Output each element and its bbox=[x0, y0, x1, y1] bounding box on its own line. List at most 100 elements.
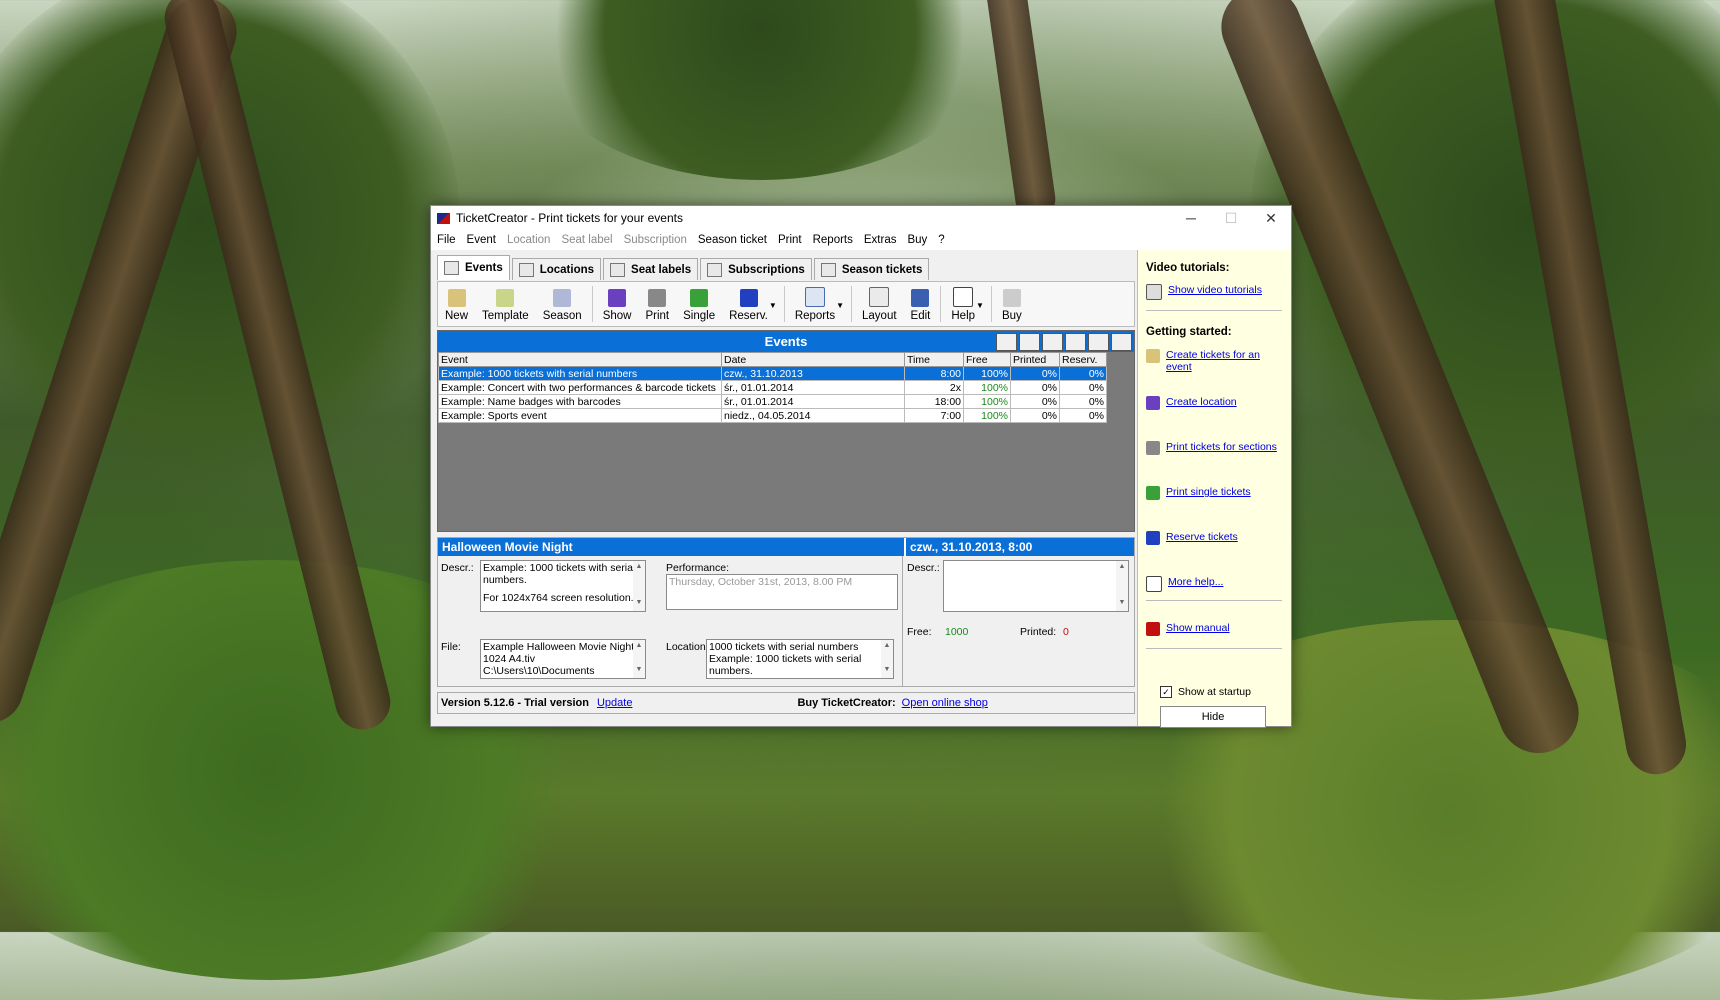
export-icon[interactable] bbox=[1019, 333, 1040, 351]
print-button[interactable]: Print bbox=[638, 289, 676, 326]
cell-free: 100% bbox=[963, 380, 1011, 395]
online-shop-link[interactable]: Open online shop bbox=[902, 697, 988, 709]
sidebar-link[interactable]: Show manual bbox=[1166, 622, 1230, 634]
table-row[interactable]: Example: Name badges with barcodes śr., … bbox=[438, 394, 1107, 409]
menu-file[interactable]: File bbox=[437, 234, 456, 246]
tab-subscriptions[interactable]: Subscriptions bbox=[700, 258, 812, 280]
reports-label: Reports bbox=[794, 310, 836, 322]
help-icon bbox=[953, 287, 974, 307]
col-printed[interactable]: Printed bbox=[1010, 352, 1060, 367]
minimize-button[interactable]: ─ bbox=[1171, 210, 1211, 226]
sidebar-link[interactable]: Show video tutorials bbox=[1168, 284, 1262, 296]
sidebar-item-print-sections[interactable]: Print tickets for sections bbox=[1146, 441, 1281, 455]
menu-reports[interactable]: Reports bbox=[813, 234, 853, 246]
sort-icon[interactable] bbox=[1088, 333, 1109, 351]
right-descr-field[interactable]: ▲ ▼ bbox=[943, 560, 1129, 612]
menu-buy[interactable]: Buy bbox=[907, 234, 927, 246]
ticketcreator-window: TicketCreator - Print tickets for your e… bbox=[430, 205, 1292, 728]
reserv-label: Reserv. bbox=[729, 310, 768, 322]
menu-subscription[interactable]: Subscription bbox=[624, 234, 687, 246]
menu-event[interactable]: Event bbox=[467, 234, 496, 246]
table-row[interactable]: Example: 1000 tickets with serial number… bbox=[438, 366, 1107, 381]
sidebar-item-video[interactable]: Show video tutorials bbox=[1146, 284, 1281, 300]
location-scrollbar[interactable]: ▲ ▼ bbox=[881, 640, 893, 678]
table-row[interactable]: Example: Concert with two performances &… bbox=[438, 380, 1107, 395]
col-event[interactable]: Event bbox=[438, 352, 722, 367]
col-time[interactable]: Time bbox=[904, 352, 964, 367]
file-scrollbar[interactable]: ▲ ▼ bbox=[633, 640, 645, 678]
descr-field[interactable]: Example: 1000 tickets with serial number… bbox=[480, 560, 646, 612]
buy-button[interactable]: Buy bbox=[995, 289, 1029, 326]
tab-events[interactable]: Events bbox=[437, 255, 510, 280]
toolbar: New Template Season Show Print Single Re… bbox=[437, 281, 1135, 327]
event-name: Halloween Movie Night bbox=[438, 538, 904, 556]
help-label: Help bbox=[951, 310, 976, 322]
update-link[interactable]: Update bbox=[597, 697, 632, 709]
menu-print[interactable]: Print bbox=[778, 234, 802, 246]
reserv-button[interactable]: Reserv. bbox=[722, 289, 775, 326]
new-button[interactable]: New bbox=[438, 289, 475, 326]
location-line: Example: 1000 tickets with serial bbox=[709, 653, 862, 665]
cell-date: śr., 01.01.2014 bbox=[721, 380, 905, 395]
sidebar-item-print-single[interactable]: Print single tickets bbox=[1146, 486, 1281, 500]
menu-help[interactable]: ? bbox=[938, 234, 944, 246]
sidebar-item-more-help[interactable]: More help... bbox=[1146, 576, 1281, 592]
events-header-buttons bbox=[994, 333, 1132, 351]
sidebar-link[interactable]: More help... bbox=[1168, 576, 1223, 588]
menu-seat-label[interactable]: Seat label bbox=[561, 234, 612, 246]
menu-extras[interactable]: Extras bbox=[864, 234, 897, 246]
layout-icon bbox=[869, 287, 890, 307]
location-field[interactable]: 1000 tickets with serial numbers Example… bbox=[706, 639, 894, 679]
template-button[interactable]: Template bbox=[475, 289, 536, 326]
file-field[interactable]: Example Halloween Movie Night 1024 A4.ti… bbox=[480, 639, 646, 679]
col-free[interactable]: Free bbox=[963, 352, 1011, 367]
sidebar-item-create-tickets[interactable]: Create tickets for an event bbox=[1146, 349, 1281, 373]
tab-locations[interactable]: Locations bbox=[511, 258, 602, 280]
hide-button[interactable]: Hide bbox=[1160, 706, 1266, 728]
tab-seat-labels[interactable]: Seat labels bbox=[603, 258, 699, 280]
season-button[interactable]: Season bbox=[536, 289, 589, 326]
reserv-dropdown-icon[interactable]: ▼ bbox=[769, 301, 777, 326]
sidebar-item-manual[interactable]: Show manual bbox=[1146, 622, 1281, 636]
reports-dropdown-icon[interactable]: ▼ bbox=[836, 301, 844, 326]
right-descr-scrollbar[interactable]: ▲ ▼ bbox=[1116, 561, 1128, 611]
video-icon bbox=[1146, 284, 1162, 300]
menu-location[interactable]: Location bbox=[507, 234, 550, 246]
descr-scrollbar[interactable]: ▲ ▼ bbox=[633, 561, 645, 611]
table-row[interactable]: Example: Sports event niedz., 04.05.2014… bbox=[438, 408, 1107, 423]
print-label: Print bbox=[645, 310, 670, 322]
tab-label: Subscriptions bbox=[728, 263, 805, 276]
col-reserv[interactable]: Reserv. bbox=[1059, 352, 1107, 367]
filter-icon[interactable] bbox=[1042, 333, 1063, 351]
refresh-icon[interactable] bbox=[1111, 333, 1132, 351]
sidebar-link[interactable]: Create tickets for an event bbox=[1166, 349, 1281, 373]
cell-reserv: 0% bbox=[1059, 366, 1107, 381]
sidebar-item-reserve[interactable]: Reserve tickets bbox=[1146, 531, 1281, 545]
layout-button[interactable]: Layout bbox=[855, 287, 904, 326]
performance-label: Performance: bbox=[666, 562, 730, 574]
performance-field[interactable]: Thursday, October 31st, 2013, 8.00 PM bbox=[666, 574, 898, 610]
col-date[interactable]: Date bbox=[721, 352, 905, 367]
close-button[interactable]: ✕ bbox=[1251, 210, 1291, 227]
cell-time: 8:00 bbox=[904, 366, 964, 381]
cell-free: 100% bbox=[963, 408, 1011, 423]
reports-button[interactable]: Reports bbox=[788, 287, 842, 326]
tab-season-tickets[interactable]: Season tickets bbox=[813, 258, 930, 280]
new-icon bbox=[447, 289, 466, 307]
menu-season-ticket[interactable]: Season ticket bbox=[698, 234, 767, 246]
sidebar-link[interactable]: Create location bbox=[1166, 396, 1237, 408]
single-button[interactable]: Single bbox=[676, 289, 722, 326]
edit-button[interactable]: Edit bbox=[904, 289, 938, 326]
help-dropdown-icon[interactable]: ▼ bbox=[976, 301, 984, 326]
sidebar-link[interactable]: Print single tickets bbox=[1166, 486, 1251, 498]
sidebar-link[interactable]: Reserve tickets bbox=[1166, 531, 1238, 543]
reserve-icon bbox=[1146, 531, 1160, 545]
maximize-button[interactable]: ☐ bbox=[1211, 210, 1251, 227]
edit-list-icon[interactable] bbox=[1065, 333, 1086, 351]
show-button[interactable]: Show bbox=[596, 289, 639, 326]
show-at-startup-checkbox[interactable]: ✓ Show at startup bbox=[1160, 686, 1251, 698]
sidebar-link[interactable]: Print tickets for sections bbox=[1166, 441, 1277, 453]
sidebar-divider bbox=[1146, 600, 1282, 601]
sidebar-item-create-location[interactable]: Create location bbox=[1146, 396, 1281, 410]
open-folder-icon[interactable] bbox=[996, 333, 1017, 351]
